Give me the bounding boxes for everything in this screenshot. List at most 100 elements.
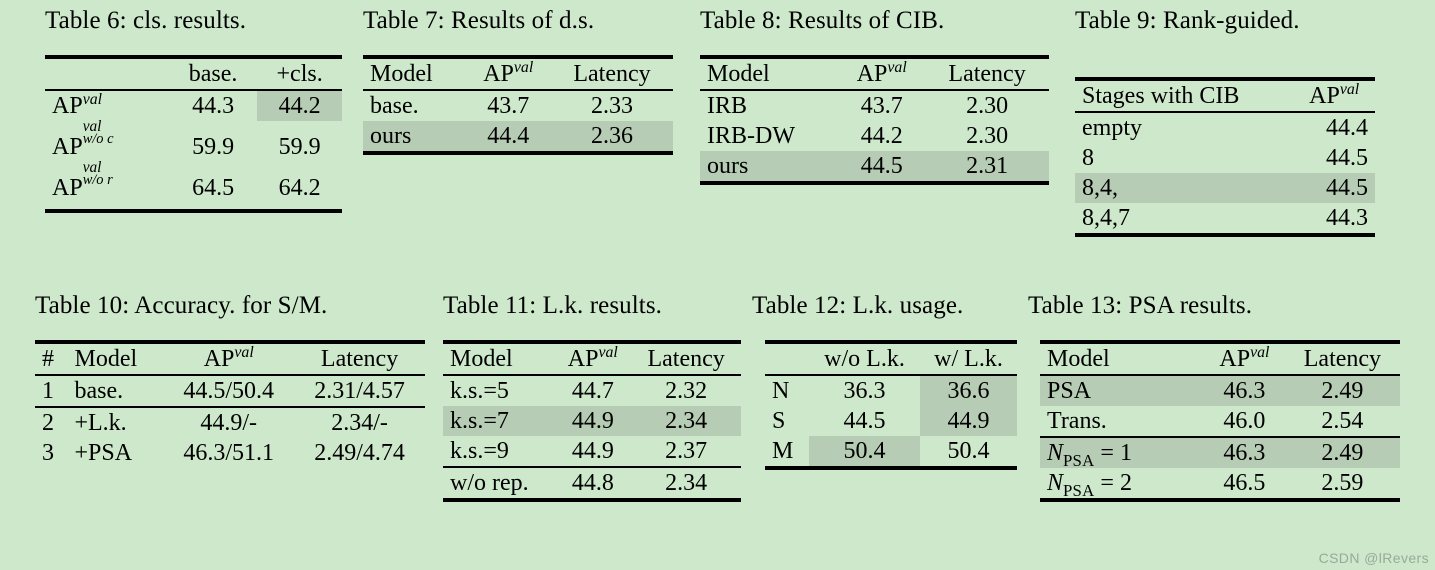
table-10-row-2-label: +PSA xyxy=(74,440,133,466)
table-13-row-1-ap: 46.0 xyxy=(1223,408,1266,434)
table-13-header-latency: Latency xyxy=(1284,340,1400,375)
figure-root: Table 6: cls. results. base. +cls. APval… xyxy=(0,0,1435,570)
table-13-row-3-latency: 2.59 xyxy=(1284,468,1400,502)
table-11-grid: Model APval Latency k.s.=5 44.7 2.32 k.s… xyxy=(443,340,741,502)
table-row: Model APval Latency xyxy=(443,340,741,375)
superscript-val: val xyxy=(598,344,618,361)
superscript-val: val xyxy=(82,91,103,108)
subscript-wo-r: w/o r xyxy=(82,172,113,189)
table-13-header-model: Model xyxy=(1040,340,1204,375)
table-8-row-1-latency: 2.30 xyxy=(966,123,1009,149)
table-10-row-0-num: 1 xyxy=(35,374,68,407)
table-11-header-model: Model xyxy=(443,340,555,375)
subscript-wo-c: w/o c xyxy=(82,131,114,148)
table-8-row-2-latency: 2.31 xyxy=(925,151,1049,185)
table-13-row-0-label: PSA xyxy=(1040,374,1204,406)
table-11-row-1-latency: 2.34 xyxy=(631,406,741,436)
table-8-row-2-label: ours xyxy=(700,151,839,185)
table-13-row-0-latency: 2.49 xyxy=(1284,374,1400,406)
table-10-row-0-label: base. xyxy=(67,374,164,407)
table-9-row-1-ap: 44.5 xyxy=(1326,145,1368,171)
table-row: Trans. 46.0 2.54 xyxy=(1040,406,1400,437)
table-13-row-2-latency: 2.49 xyxy=(1284,436,1400,468)
table-row: w/o rep. 44.8 2.34 xyxy=(443,466,741,502)
table-13-row-3-ap: 46.5 xyxy=(1204,468,1285,502)
table-8-header-model: Model xyxy=(700,55,839,90)
table-9-row-2-label: 8,4, xyxy=(1075,173,1294,203)
table-8-row-0-latency: 2.30 xyxy=(925,89,1049,121)
table-row: IRB 43.7 2.30 xyxy=(700,89,1049,121)
table-6-row-1-cls: 59.9 xyxy=(278,134,321,160)
table-10-row-2-ap: 46.3/51.1 xyxy=(183,440,275,466)
table-8-header-latency: Latency xyxy=(925,55,1049,90)
table-6-row-0-base: 44.3 xyxy=(169,89,258,121)
table-11-row-2-latency: 2.37 xyxy=(665,438,708,464)
table-8-row-1-ap: 44.2 xyxy=(860,123,903,149)
table-10-row-0-ap: 44.5/50.4 xyxy=(163,374,295,407)
table-12-header-blank xyxy=(765,340,809,375)
table-9-row-3-label: 8,4,7 xyxy=(1075,203,1294,237)
table-7-row-1-latency: 2.36 xyxy=(550,121,673,155)
superscript-val: val xyxy=(887,59,907,76)
table-row: empty 44.4 xyxy=(1075,111,1375,143)
table-8-header-ap: APval xyxy=(838,55,926,90)
table-7-row-1-ap: 44.4 xyxy=(465,121,551,155)
table-12-row-2-label: M xyxy=(765,436,809,470)
table-8-row-2-ap: 44.5 xyxy=(838,151,926,185)
table-row: NPSA = 2 46.5 2.59 xyxy=(1040,468,1400,502)
table-7-caption: Table 7: Results of d.s. xyxy=(363,7,595,34)
table-6-row-0-label: APval xyxy=(45,89,169,121)
table-12-row-1-label: S xyxy=(772,408,786,434)
table-6-row-1-base: 59.9 xyxy=(192,134,235,160)
table-12-row-2-wo: 50.4 xyxy=(809,436,921,470)
table-row: Model APval Latency xyxy=(1040,340,1400,375)
table-11-row-3-ap: 44.8 xyxy=(554,466,632,502)
table-6-header-cls: +cls. xyxy=(257,55,342,90)
table-row: 3 +PSA 46.3/51.1 2.49/4.74 xyxy=(35,438,425,468)
table-7-header-model: Model xyxy=(363,55,466,90)
table-11-header-latency: Latency xyxy=(631,340,741,375)
table-10-row-1-ap: 44.9/- xyxy=(163,406,295,438)
table-9-row-3-ap: 44.3 xyxy=(1293,203,1375,237)
table-10-row-1-latency: 2.34/- xyxy=(294,406,425,438)
table-12-row-1-wo: 44.5 xyxy=(843,408,886,434)
psa-subscript: PSA xyxy=(1063,450,1095,470)
table-row: k.s.=5 44.7 2.32 xyxy=(443,374,741,406)
equals-value: = 2 xyxy=(1094,470,1132,496)
table-7: Table 7: Results of d.s. Model APval Lat… xyxy=(363,8,673,155)
superscript-val: val xyxy=(513,59,534,76)
table-row: Stages with CIB APval xyxy=(1075,77,1375,112)
table-12: Table 12: L.k. usage. w/o L.k. w/ L.k. N… xyxy=(752,293,1017,470)
table-row: k.s.=9 44.9 2.37 xyxy=(443,436,741,467)
table-11-header-ap: APval xyxy=(554,340,632,375)
table-6-row-0-cls: 44.2 xyxy=(257,89,342,121)
table-7-grid: Model APval Latency base. 43.7 2.33 ours… xyxy=(363,55,673,155)
table-13: Table 13: PSA results. Model APval Laten… xyxy=(1028,293,1400,502)
table-6-caption: Table 6: cls. results. xyxy=(45,7,247,34)
superscript-val: val xyxy=(1250,344,1270,361)
table-11-row-1-ap: 44.9 xyxy=(554,406,632,436)
table-11-row-2-ap: 44.9 xyxy=(571,438,614,464)
table-row: Model APval Latency xyxy=(363,55,673,90)
table-12-row-0-label: N xyxy=(765,374,809,406)
table-13-caption: Table 13: PSA results. xyxy=(1028,292,1253,319)
table-row: 1 base. 44.5/50.4 2.31/4.57 xyxy=(35,374,425,407)
table-10-row-2-num: 3 xyxy=(42,440,54,466)
table-11-row-0-ap: 44.7 xyxy=(554,374,632,406)
table-7-row-0-ap: 43.7 xyxy=(465,89,551,121)
table-10-grid: # Model APval Latency 1 base. 44.5/50.4 … xyxy=(35,340,425,468)
table-10-row-0-latency: 2.31/4.57 xyxy=(294,374,425,407)
table-13-header-ap: APval xyxy=(1204,340,1285,375)
table-8: Table 8: Results of CIB. Model APval Lat… xyxy=(700,8,1049,185)
table-row: base. +cls. xyxy=(45,55,342,90)
table-9-header-ap: APval xyxy=(1293,77,1375,112)
table-12-row-0-w: 36.6 xyxy=(920,374,1017,406)
table-12-header-wo-lk: w/o L.k. xyxy=(809,340,921,375)
table-7-row-0-label: base. xyxy=(363,89,466,121)
table-11-row-2-label: k.s.=9 xyxy=(450,438,509,464)
table-11-row-3-latency: 2.34 xyxy=(631,466,741,502)
table-11-row-0-latency: 2.32 xyxy=(631,374,741,406)
table-7-header-latency: Latency xyxy=(550,55,673,90)
table-6-row-2-base: 64.5 xyxy=(169,162,258,213)
table-row: 8,4, 44.5 xyxy=(1075,173,1375,203)
